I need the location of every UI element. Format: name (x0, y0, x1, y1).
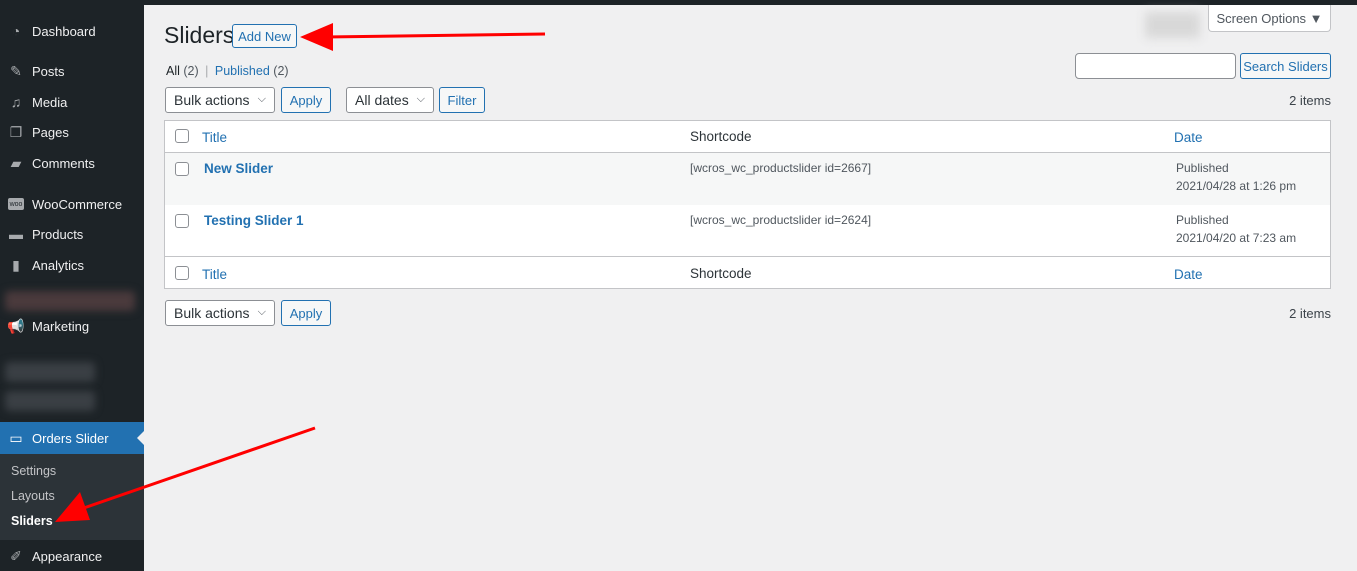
annotation-arrows (55, 23, 546, 522)
arrow-to-add-new (300, 23, 546, 51)
arrow-to-sliders-menu (55, 426, 316, 522)
